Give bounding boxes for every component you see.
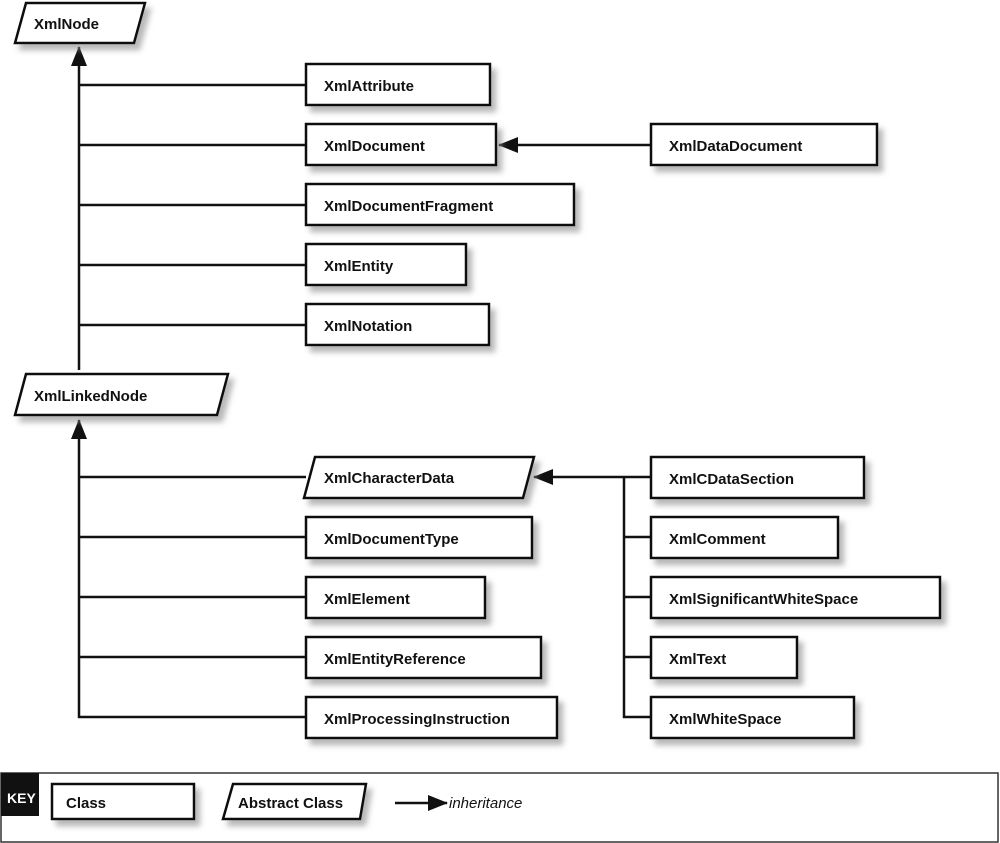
legend-class-label: Class bbox=[66, 795, 106, 812]
node-label: XmlNode bbox=[34, 16, 99, 33]
node-label: XmlLinkedNode bbox=[34, 388, 147, 405]
legend-inheritance-label: inheritance bbox=[449, 795, 522, 812]
node-xmldocument: XmlDocument bbox=[304, 122, 498, 167]
node-xmlattribute: XmlAttribute bbox=[304, 62, 492, 107]
node-xmlcomment: XmlComment bbox=[649, 515, 840, 560]
legend-class-sample: Class bbox=[50, 782, 196, 821]
node-label: XmlDocument bbox=[324, 138, 425, 155]
node-label: XmlNotation bbox=[324, 318, 412, 335]
node-label: XmlAttribute bbox=[324, 78, 414, 95]
node-xmlprocessinginstruction: XmlProcessingInstruction bbox=[304, 695, 559, 740]
node-xmlentityreference: XmlEntityReference bbox=[304, 635, 543, 680]
node-label: XmlWhiteSpace bbox=[669, 711, 782, 728]
node-label: XmlComment bbox=[669, 531, 766, 548]
node-label: XmlDataDocument bbox=[669, 138, 802, 155]
node-xmlcdatasection: XmlCDataSection bbox=[649, 455, 866, 500]
node-xmlentity: XmlEntity bbox=[304, 242, 468, 287]
node-label: XmlDocumentFragment bbox=[324, 198, 493, 215]
node-xmlnotation: XmlNotation bbox=[304, 302, 491, 347]
node-xmldocumentfragment: XmlDocumentFragment bbox=[304, 182, 576, 227]
node-xmllinkednode: XmlLinkedNode bbox=[13, 372, 230, 417]
node-label: XmlEntityReference bbox=[324, 651, 466, 668]
node-label: XmlSignificantWhiteSpace bbox=[669, 591, 858, 608]
node-label: XmlEntity bbox=[324, 258, 394, 275]
node-xmlwhitespace: XmlWhiteSpace bbox=[649, 695, 856, 740]
node-label: XmlElement bbox=[324, 591, 410, 608]
node-xmltext: XmlText bbox=[649, 635, 799, 680]
class-hierarchy-diagram: XmlNode XmlLinkedNode XmlCharacterData X… bbox=[0, 1, 999, 843]
legend-abstract-class-sample: Abstract Class bbox=[221, 782, 368, 821]
node-label: XmlProcessingInstruction bbox=[324, 711, 510, 728]
node-xmlnode: XmlNode bbox=[13, 1, 147, 45]
legend: KEY Class Abstract Class inheritance bbox=[0, 772, 999, 843]
node-xmlelement: XmlElement bbox=[304, 575, 487, 620]
node-label: XmlDocumentType bbox=[324, 531, 459, 548]
node-xmlsignificantwhitespace: XmlSignificantWhiteSpace bbox=[649, 575, 942, 620]
node-label: XmlCharacterData bbox=[324, 470, 455, 487]
node-xmlcharacterdata: XmlCharacterData bbox=[302, 455, 536, 500]
node-xmldatadocument: XmlDataDocument bbox=[649, 122, 879, 167]
node-xmldocumenttype: XmlDocumentType bbox=[304, 515, 534, 560]
node-label: XmlText bbox=[669, 651, 726, 668]
legend-abstract-class-label: Abstract Class bbox=[238, 795, 343, 812]
legend-title: KEY bbox=[7, 790, 36, 806]
node-label: XmlCDataSection bbox=[669, 471, 794, 488]
